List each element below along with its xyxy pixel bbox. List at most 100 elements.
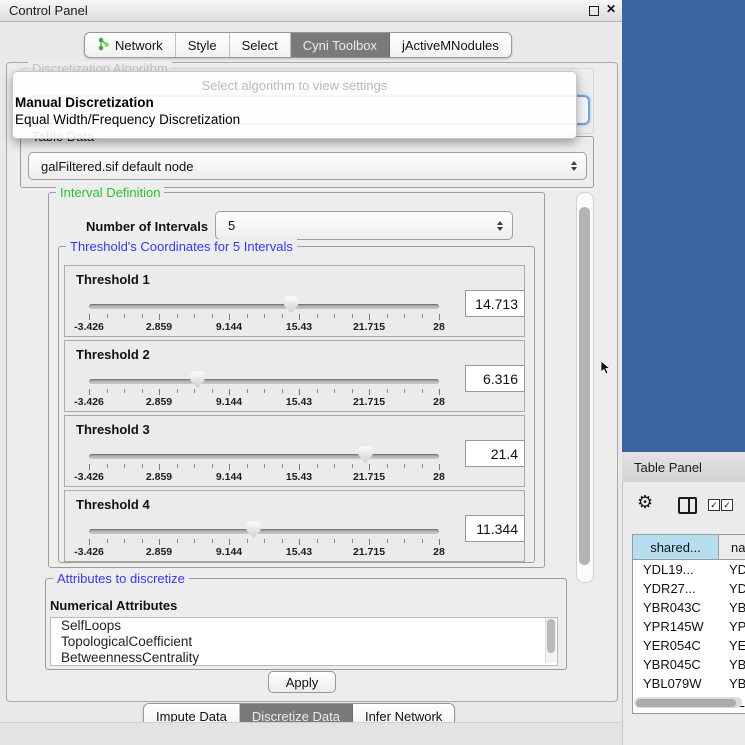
tick-mark: [229, 389, 230, 395]
list-scrollbar[interactable]: [545, 618, 556, 663]
tick-mark: [264, 464, 265, 468]
tick-mark: [334, 389, 335, 393]
slider-track[interactable]: [89, 379, 439, 384]
threshold-value-input[interactable]: 11.344: [465, 515, 525, 542]
slider-track[interactable]: [89, 529, 439, 534]
table-row[interactable]: YIL052CYIL0: [633, 712, 745, 714]
threshold-panel-4: Threshold 4-3.4262.8599.14415.4321.71528…: [64, 490, 525, 562]
numerical-attributes-label: Numerical Attributes: [50, 598, 177, 613]
tick-mark: [387, 314, 388, 318]
tick-label: 15.43: [274, 321, 324, 333]
cell-shared-name: YPR145W: [643, 619, 704, 634]
table-row[interactable]: YDR27...YDR2: [633, 579, 745, 598]
tick-mark: [194, 389, 195, 393]
column-header-shared[interactable]: shared...: [633, 535, 719, 560]
table-row[interactable]: YBR043CYBR0: [633, 598, 745, 617]
tick-mark: [247, 314, 248, 318]
tick-mark: [264, 314, 265, 318]
float-window-icon[interactable]: [589, 6, 599, 16]
gear-icon[interactable]: ⚙: [637, 492, 653, 513]
column-header-na[interactable]: na: [719, 535, 745, 560]
close-icon[interactable]: ✕: [606, 2, 616, 16]
select-all-checkbox-icon[interactable]: ✓: [721, 499, 733, 511]
slider-thumb[interactable]: [284, 296, 299, 313]
tick-mark: [107, 464, 108, 468]
attribute-item-selfloops[interactable]: SelfLoops: [51, 618, 557, 634]
tick-label: 9.144: [204, 471, 254, 483]
scrollbar-thumb[interactable]: [636, 699, 736, 707]
threshold-value-input[interactable]: 21.4: [465, 440, 525, 467]
tab-select[interactable]: Select: [230, 33, 291, 57]
control-panel-titlebar: Control Panel ✕: [0, 0, 622, 22]
tick-mark: [317, 314, 318, 318]
tick-label: 2.859: [134, 471, 184, 483]
scrollbar-thumb[interactable]: [579, 207, 590, 565]
num-intervals-label: Number of Intervals: [86, 219, 208, 234]
cell-name: YBL0: [729, 676, 745, 691]
tick-mark: [142, 464, 143, 468]
table-row[interactable]: YDL19...YDL1: [633, 560, 745, 579]
cell-shared-name: YER054C: [643, 638, 701, 653]
node-table[interactable]: shared...na YDL19...YDL1YDR27...YDR2YBR0…: [632, 534, 745, 714]
slider-thumb[interactable]: [246, 521, 261, 538]
cell-name: YBR0: [729, 657, 745, 672]
tick-mark: [107, 539, 108, 543]
table-row[interactable]: YBL079WYBL0: [633, 674, 745, 693]
cell-name: YPR1: [729, 619, 745, 634]
popup-placeholder: Select algorithm to view settings: [13, 78, 576, 93]
threshold-panel-3: Threshold 3-3.4262.8599.14415.4321.71528…: [64, 415, 525, 487]
tick-label: 9.144: [204, 396, 254, 408]
table-row[interactable]: YBR045CYBR0: [633, 655, 745, 674]
threshold-value-input[interactable]: 14.713: [465, 290, 525, 317]
table-row[interactable]: YPR145W YPR1: [633, 617, 745, 636]
cell-name: YDL1: [729, 562, 745, 577]
num-intervals-combobox[interactable]: 5: [215, 211, 513, 240]
tick-mark: [404, 314, 405, 318]
tick-mark: [177, 314, 178, 318]
scrollbar-thumb[interactable]: [547, 619, 555, 653]
attributes-listbox[interactable]: SelfLoopsTopologicalCoefficientBetweenne…: [50, 617, 558, 666]
tick-mark: [422, 539, 423, 543]
column-layout-icon[interactable]: [678, 497, 697, 514]
tab-network[interactable]: Network: [85, 33, 176, 57]
panel-title: Control Panel: [9, 3, 88, 18]
tick-mark: [404, 539, 405, 543]
stepper-arrows-icon: [497, 221, 503, 231]
table-data-combobox[interactable]: galFiltered.sif default node: [28, 152, 587, 180]
slider-track[interactable]: [89, 454, 439, 459]
network-icon: [97, 37, 110, 54]
tick-label: 2.859: [134, 546, 184, 558]
tick-mark: [194, 539, 195, 543]
popup-item-manual-discretization[interactable]: Manual Discretization: [15, 95, 576, 112]
slider-track[interactable]: [89, 304, 439, 309]
cell-shared-name: YBR043C: [643, 600, 701, 615]
tick-mark: [89, 464, 90, 470]
tick-mark: [124, 464, 125, 468]
tick-mark: [89, 389, 90, 395]
tick-mark: [247, 464, 248, 468]
tab-cyni-toolbox[interactable]: Cyni Toolbox: [291, 33, 390, 57]
tick-mark: [317, 389, 318, 393]
slider-thumb[interactable]: [358, 446, 373, 463]
attribute-item-betweennesscentrality[interactable]: BetweennessCentrality: [51, 650, 557, 666]
slider-thumb[interactable]: [190, 371, 205, 388]
table-horizontal-scrollbar[interactable]: [634, 697, 742, 708]
stepper-arrows-icon: [571, 161, 577, 171]
tick-label: 28: [414, 321, 464, 333]
tab-jactivemnodules[interactable]: jActiveMNodules: [390, 33, 511, 57]
select-all-checkbox-icon[interactable]: ✓: [708, 499, 720, 511]
algorithm-dropdown-popup: Select algorithm to view settings Manual…: [12, 71, 577, 139]
tick-label: 2.859: [134, 396, 184, 408]
popup-item-equal-width-frequency-discretization[interactable]: Equal Width/Frequency Discretization: [15, 112, 576, 129]
threshold-value-input[interactable]: 6.316: [465, 365, 525, 392]
tick-mark: [299, 464, 300, 470]
apply-button[interactable]: Apply: [268, 671, 336, 693]
panel-scrollbar[interactable]: [576, 192, 594, 583]
attribute-item-topologicalcoefficient[interactable]: TopologicalCoefficient: [51, 634, 557, 650]
tick-mark: [352, 464, 353, 468]
tick-mark: [369, 539, 370, 545]
table-row[interactable]: YER054CYER0: [633, 636, 745, 655]
tick-mark: [89, 314, 90, 320]
tab-style[interactable]: Style: [176, 33, 230, 57]
threshold-label: Threshold 3: [76, 422, 150, 437]
